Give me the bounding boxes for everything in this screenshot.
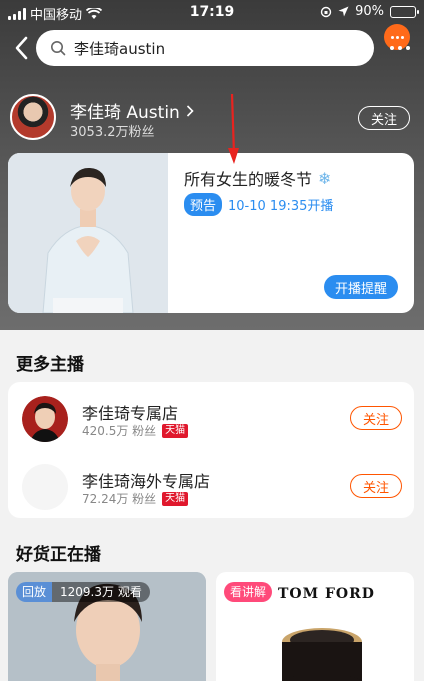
anchor-meta: 420.5万 粉丝 天猫 [82,422,189,439]
list-item[interactable]: 李佳琦海外专属店 72.24万 粉丝 天猫 关注 [8,452,414,520]
remind-button[interactable]: 开播提醒 [324,275,398,299]
explain-tag: 看讲解 [224,582,273,602]
anchor-name: 李佳琦海外专属店 [82,472,211,491]
live-goods-card[interactable]: 回放 1209.3万 观看 [8,572,206,681]
section-title-more-anchors: 更多主播 [16,355,84,375]
search-query[interactable]: 李佳琦austin [74,38,165,59]
follow-button[interactable]: 关注 [350,406,402,430]
preview-info: 预告 10-10 19:35开播 [184,193,333,216]
anchor-fans: 420.5万 粉丝 [82,424,157,438]
explain-badge: 看讲解 [224,582,273,602]
list-item[interactable]: 李佳琦专属店 420.5万 粉丝 天猫 关注 [8,384,414,452]
profile-fans: 3053.2万粉丝 [70,125,155,140]
preview-badge: 预告 [184,193,223,216]
tmall-badge: 天猫 [162,423,189,438]
orientation-lock-icon [320,6,332,17]
live-title-text: 所有女生的暖冬节 [184,170,313,189]
search-bar[interactable]: 李佳琦austin [36,30,374,66]
more-menu-icon[interactable] [390,46,410,50]
profile-name-text: 李佳琦 Austin [70,103,180,123]
live-goods-card[interactable]: TOM FORD 看讲解 [216,572,414,681]
replay-badge: 回放 1209.3万 观看 [16,582,150,602]
location-icon [338,6,349,17]
preview-time: 10-10 19:35开播 [228,199,334,214]
section-title-live-goods: 好货正在播 [16,545,101,565]
chevron-right-icon [186,104,194,117]
live-cover-image [8,153,168,313]
snowflake-icon: ❄ [318,168,332,188]
anchor-list: 李佳琦专属店 420.5万 粉丝 天猫 关注 李佳琦海外专属店 72.24万 粉… [8,382,414,518]
status-bar: 中国移动 17:19 90% [0,0,424,24]
profile-name[interactable]: 李佳琦 Austin [70,98,194,123]
battery-icon [390,5,419,18]
brand-logo: TOM FORD [278,586,375,602]
back-icon[interactable] [12,34,32,62]
anchor-meta: 72.24万 粉丝 天猫 [82,490,189,507]
live-preview-card[interactable]: 所有女生的暖冬节 ❄ 预告 10-10 19:35开播 开播提醒 [8,153,414,313]
anchor-fans: 72.24万 粉丝 [82,492,157,506]
avatar[interactable] [10,94,56,140]
avatar [22,464,68,510]
view-count: 1209.3万 观看 [52,582,150,602]
battery-percent: 90% [355,4,384,19]
product-image [282,628,362,681]
replay-tag: 回放 [16,582,53,602]
red-arrow-icon [228,94,239,164]
avatar [22,396,68,442]
tmall-badge: 天猫 [162,491,189,506]
follow-button[interactable]: 关注 [350,474,402,498]
search-icon [51,41,66,56]
live-title: 所有女生的暖冬节 ❄ [184,166,331,190]
anchor-name: 李佳琦专属店 [82,404,179,423]
follow-button[interactable]: 关注 [358,106,410,130]
